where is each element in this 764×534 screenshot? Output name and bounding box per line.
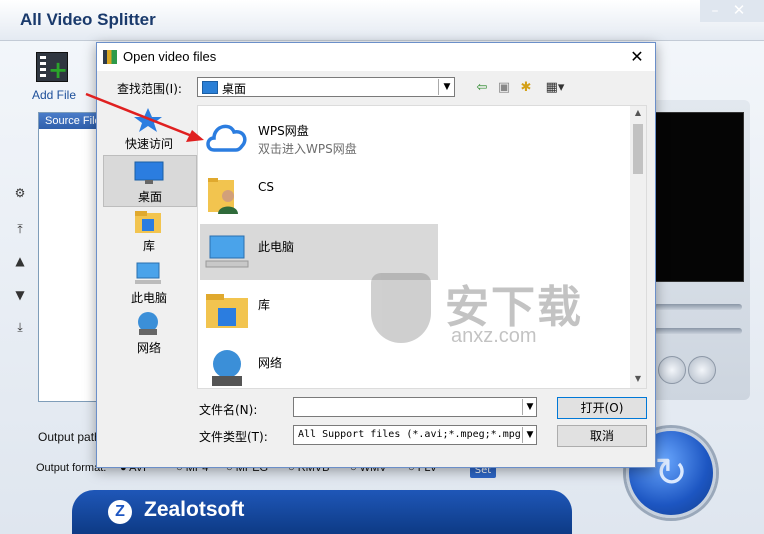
file-name: 此电脑 (258, 240, 295, 254)
library-icon (206, 294, 248, 328)
mark-start-button[interactable] (658, 356, 686, 384)
file-list-scrollbar[interactable]: ▲ ▼ (630, 106, 646, 388)
annotation-arrow-icon (85, 92, 204, 142)
plus-icon: + (48, 56, 69, 84)
file-name: WPS网盘 (258, 124, 309, 138)
file-name: 网络 (258, 356, 283, 370)
dialog-title: Open video files (123, 49, 217, 64)
output-path-label: Output path: (38, 430, 105, 444)
brand-name: Zealotsoft (144, 498, 245, 521)
preview-screen (654, 112, 744, 282)
filetype-label: 文件类型(T): (199, 430, 268, 444)
filename-label: 文件名(N): (199, 403, 258, 417)
move-bottom-icon[interactable]: ⤓ (12, 320, 28, 334)
computer-icon (135, 262, 161, 284)
look-in-combo[interactable]: 桌面 ▼ (197, 77, 455, 97)
place-label: 桌面 (137, 190, 162, 204)
library-icon (135, 211, 161, 233)
network-icon (212, 350, 242, 386)
place-this-pc[interactable]: 此电脑 (103, 261, 195, 309)
view-menu-icon[interactable]: ▦▾ (541, 79, 569, 97)
filename-input[interactable]: ▼ (293, 397, 537, 417)
desktop-icon (134, 161, 164, 184)
filetype-select[interactable]: All Support files (*.avi;*.mpeg;*.mpg ▼ (293, 425, 537, 445)
dialog-close-icon[interactable]: ✕ (627, 47, 647, 67)
app-titlebar: All Video Splitter – ✕ (0, 0, 764, 41)
watermark-shield-icon (371, 273, 431, 343)
look-in-value: 桌面 (222, 82, 247, 96)
chevron-down-icon[interactable]: ▼ (438, 79, 455, 95)
back-arrow-icon[interactable]: ⇦ (473, 79, 491, 97)
chevron-down-icon[interactable]: ▼ (522, 399, 537, 415)
scroll-up-icon[interactable]: ▲ (630, 106, 646, 120)
list-item[interactable]: CS (200, 166, 628, 222)
zealotsoft-logo-icon: Z (108, 500, 132, 524)
network-icon (138, 312, 158, 335)
close-icon[interactable]: ✕ (730, 2, 748, 18)
move-down-icon[interactable]: ▼ (12, 288, 28, 302)
place-network[interactable]: 网络 (103, 311, 195, 359)
brand-footer: Z Zealotsoft (72, 490, 572, 534)
place-label: 网络 (136, 341, 161, 355)
cancel-button[interactable]: 取消 (557, 425, 647, 447)
minimize-icon[interactable]: – (706, 4, 724, 18)
place-library[interactable]: 库 (103, 209, 195, 257)
move-top-icon[interactable]: ⤒ (12, 222, 28, 236)
start-slider[interactable] (654, 304, 742, 310)
add-file-label: Add File (32, 88, 77, 102)
app-title: All Video Splitter (20, 10, 156, 29)
place-label: 库 (142, 239, 155, 253)
end-slider[interactable] (654, 328, 742, 334)
watermark-url: anxz.com (451, 325, 537, 347)
scroll-thumb[interactable] (633, 124, 643, 174)
file-name: 库 (258, 298, 271, 312)
new-folder-icon[interactable]: ✱ (517, 79, 535, 97)
source-file-list[interactable]: Source File (38, 112, 104, 402)
up-folder-icon[interactable]: ▣ (495, 79, 513, 97)
add-file-button[interactable]: + Add File (28, 52, 78, 102)
open-button[interactable]: 打开(O) (557, 397, 647, 419)
file-name: CS (258, 180, 274, 194)
file-subtitle: 双击进入WPS网盘 (258, 142, 357, 156)
mark-end-button[interactable] (688, 356, 716, 384)
computer-icon (205, 235, 249, 268)
app-icon (103, 50, 117, 64)
watermark: 安下载 anxz.com (367, 265, 607, 355)
filetype-value: All Support files (*.avi;*.mpeg;*.mpg (298, 429, 521, 440)
place-label: 此电脑 (130, 291, 167, 305)
dialog-titlebar: Open video files ✕ (97, 43, 655, 71)
window-controls: – ✕ (700, 0, 764, 22)
list-item[interactable]: WPS网盘 双击进入WPS网盘 (200, 108, 628, 164)
settings-icon[interactable]: ⚙ (12, 186, 28, 200)
move-up-icon[interactable]: ▲ (12, 254, 28, 268)
scroll-down-icon[interactable]: ▼ (630, 372, 646, 386)
user-folder-icon (208, 178, 238, 214)
place-desktop[interactable]: 桌面 (103, 155, 197, 207)
chevron-down-icon[interactable]: ▼ (522, 427, 536, 443)
